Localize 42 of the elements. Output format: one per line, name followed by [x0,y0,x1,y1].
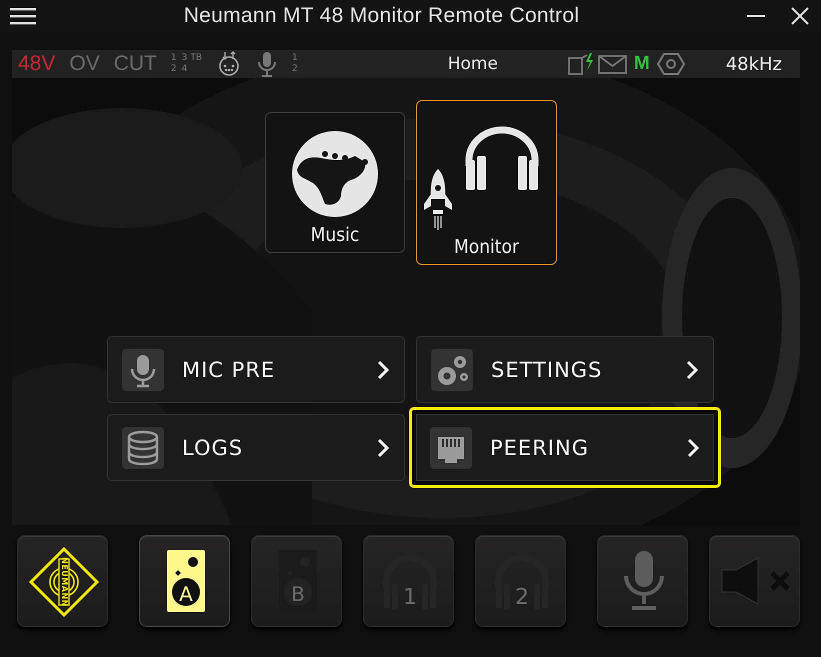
menu-button[interactable]: MIC PRE [107,336,405,403]
microphone-button[interactable] [597,535,688,627]
status-indicator: CUT [114,52,157,76]
menu-icon [10,6,36,26]
channel-number: 1 [170,53,177,64]
menu-button[interactable] [10,6,36,26]
sample-rate: 48kHz [726,54,782,74]
talkback-label: TB [190,53,202,63]
mode-tile[interactable]: Music [265,112,405,253]
menu-button[interactable]: SETTINGS [416,336,714,403]
guitar-icon [291,130,379,218]
mode-indicator: M [634,53,650,75]
status-indicator: OV [69,52,100,76]
window-title: Neumann MT 48 Monitor Remote Control [182,4,580,28]
headphones-icon [462,126,540,192]
close-icon [791,7,809,25]
channel-number: 2 [292,64,298,75]
chevron-right-icon [686,436,700,458]
power-icon [568,52,596,76]
speaker-button[interactable]: A [139,535,230,627]
mute-button[interactable] [709,535,800,627]
menu-button[interactable]: PEERING [409,407,721,488]
hexagon-icon [656,52,686,76]
channel-number: 1 [292,53,298,64]
page-title: Home [446,54,499,74]
minimize-icon [747,15,765,17]
microphone-icon [256,51,278,77]
rocket-icon [422,168,452,230]
channel-number: 2 [170,64,177,75]
channel-number: 4 [182,64,188,75]
status-indicator: 48V [18,52,56,76]
mode-tile[interactable]: Monitor [416,100,557,265]
speaker-icon [167,550,205,612]
microphone-icon [622,550,666,612]
close-button[interactable] [791,7,809,25]
chevron-right-icon [376,436,390,458]
logo-icon [29,547,99,617]
chevron-right-icon [376,358,390,380]
channel-number: 3 [182,53,188,64]
menu-button[interactable]: LOGS [107,414,405,481]
chevron-right-icon [685,358,699,380]
mail-icon [598,53,628,75]
